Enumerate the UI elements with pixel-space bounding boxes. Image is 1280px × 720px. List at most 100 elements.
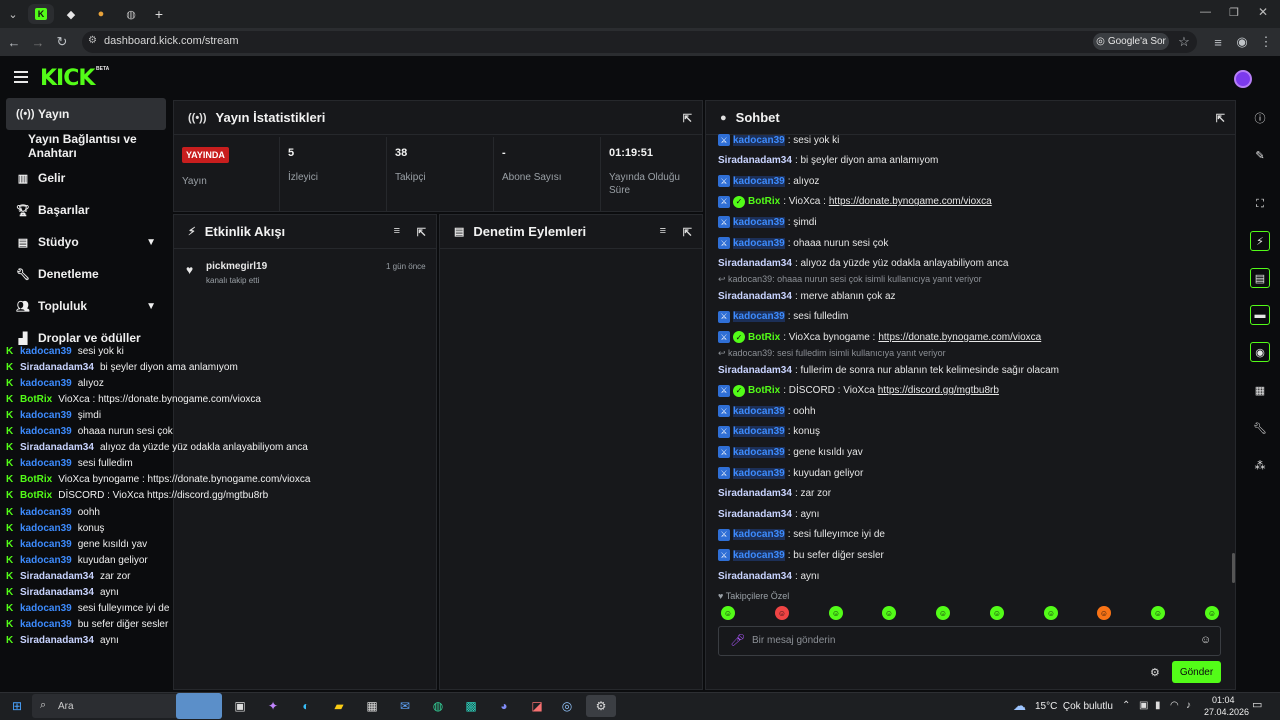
chat-settings-icon[interactable]: ⚙ [1150,666,1160,679]
clock-time[interactable]: 01:04 [1212,695,1235,705]
chat-username[interactable]: kadocan39 [733,311,785,323]
bookmark-star-icon[interactable]: ☆ [1176,34,1192,50]
chat-username[interactable]: kadocan39 [733,237,785,249]
kick-logo[interactable]: KICK [40,66,95,91]
popout-icon[interactable]: ⇱ [683,226,692,239]
site-info-icon[interactable]: ⚙ [88,35,97,46]
share-icon[interactable]: ⁂ [1250,455,1270,475]
address-bar[interactable] [82,31,1197,53]
pencil-icon[interactable]: ✎ [1250,145,1270,165]
chat-username[interactable]: kadocan39 [733,426,785,438]
emote-icon[interactable]: ☺ [990,606,1004,620]
sidebar-item-gelir[interactable]: ▥ Gelir [6,162,166,194]
app-icon[interactable]: ◪ [526,695,548,717]
emote-icon[interactable]: ☺ [1044,606,1058,620]
layout-icon[interactable]: ▦ [1250,380,1270,400]
chat-username[interactable]: BotRix [748,196,780,207]
discord-icon[interactable]: ◕ [493,695,515,717]
hamburger-menu-icon[interactable] [14,71,28,83]
sidebar-item-studyo[interactable]: ▤ Stüdyo ▼ [6,226,166,258]
tray-app-icon[interactable]: ▣ [1139,700,1148,711]
tab-kick[interactable]: K [28,4,54,24]
tab-list-button[interactable]: ⌄ [4,4,22,24]
chat-username[interactable]: kadocan39 [733,134,785,146]
chat-username[interactable]: kadocan39 [733,175,785,187]
weather-text[interactable]: 15°C Çok bulutlu [1035,701,1113,712]
browser-menu-icon[interactable]: ⋮ [1258,34,1274,50]
copilot-icon[interactable]: ✦ [262,695,284,717]
chat-username[interactable]: Siradanadam34 [718,291,792,302]
chat-link[interactable]: https://donate.bynogame.com/vioxca [829,196,992,207]
steam-icon[interactable]: ◎ [556,695,578,717]
reload-icon[interactable]: ↻ [54,34,70,50]
sidebar-item-basarilar[interactable]: 🏆︎ Başarılar [6,194,166,226]
clock-date[interactable]: 27.04.2026 [1204,707,1249,717]
battery-icon[interactable]: ▮ [1155,700,1161,711]
close-window-button[interactable]: ✕ [1258,5,1268,19]
chat-username[interactable]: Siradanadam34 [718,488,792,499]
chat-username[interactable]: Siradanadam34 [718,509,792,520]
filter-icon[interactable]: ≡ [394,225,400,237]
document-icon[interactable]: ▤ [1250,268,1270,288]
chat-username[interactable]: kadocan39 [733,467,785,479]
info-icon[interactable]: ⓘ [1250,108,1270,128]
chat-username[interactable]: Siradanadam34 [718,258,792,269]
popout-icon[interactable]: ⇱ [683,112,692,125]
popout-icon[interactable]: ⇱ [417,226,426,239]
fullscreen-icon[interactable]: ⛶ [1250,194,1270,214]
chat-username[interactable]: Siradanadam34 [718,571,792,582]
send-button[interactable]: Gönder [1172,661,1221,683]
chat-link[interactable]: https://discord.gg/mgtbu8rb [878,385,999,396]
tab-4[interactable]: ◍ [118,4,144,24]
chat-username[interactable]: kadocan39 [733,405,785,417]
emote-icon[interactable]: ☺ [721,606,735,620]
emote-icon[interactable]: ☺ [1097,606,1111,620]
new-tab-button[interactable]: + [146,4,172,24]
profile-icon[interactable]: ◉ [1234,34,1250,50]
minimize-button[interactable]: — [1200,6,1211,18]
reply-context[interactable]: ↩ kadocan39: ohaaa nurun sesi çok isimli… [718,274,982,285]
sidebar-item-topluluk[interactable]: 👥︎ Topluluk ▼ [6,290,166,322]
reply-context[interactable]: ↩ kadocan39: sesi fulledim isimli kullan… [718,348,946,359]
emote-icon[interactable]: ☺ [936,606,950,620]
chat-bubble-icon[interactable]: ▬ [1250,305,1270,325]
lightning-icon[interactable]: ⚡︎ [1250,231,1270,251]
emote-icon[interactable]: ☺ [829,606,843,620]
chat-username[interactable]: Siradanadam34 [718,155,792,166]
store-icon[interactable]: ▦ [361,695,383,717]
emote-icon[interactable]: ☺ [882,606,896,620]
back-icon[interactable]: ← [6,34,22,50]
emote-icon[interactable]: ☺ [1205,606,1219,620]
chat-username[interactable]: kadocan39 [733,549,785,561]
forward-icon[interactable]: → [30,34,46,50]
app-icon[interactable]: ▩ [460,695,482,717]
chrome-icon[interactable]: ◍ [427,695,449,717]
task-view-icon[interactable]: ▣ [229,695,251,717]
chat-username[interactable]: kadocan39 [733,216,785,228]
popout-icon[interactable]: ⇱ [1216,112,1225,125]
sidebar-item-yayin[interactable]: ((•)) Yayın [6,98,166,130]
chat-username[interactable]: BotRix [748,385,780,396]
network-icon[interactable]: ◠ [1170,700,1179,711]
broadcast-icon[interactable]: ◉ [1250,342,1270,362]
notification-icon[interactable]: ▭ [1252,698,1262,711]
emote-icon[interactable]: ☺ [1151,606,1165,620]
ask-google-button[interactable]: ◎ Google'a Sor [1093,33,1169,50]
chat-username[interactable]: Siradanadam34 [718,365,792,376]
reading-list-icon[interactable]: ≡ [1210,34,1226,50]
edge-icon[interactable]: ◐ [295,695,317,717]
mail-icon[interactable]: ✉ [394,695,416,717]
chat-username[interactable]: BotRix [748,332,780,343]
sidebar-item-denetleme[interactable]: 🔧︎ Denetleme [6,258,166,290]
tab-3[interactable]: ● [88,4,114,24]
filter-icon[interactable]: ≡ [660,225,666,237]
sidebar-item-stream-key[interactable]: Yayın Bağlantısı ve Anahtarı [18,130,178,162]
emote-icon[interactable]: ☺ [775,606,789,620]
chat-link[interactable]: https://donate.bynogame.com/vioxca [878,332,1041,343]
settings-icon[interactable]: ⚙ [586,695,616,717]
chat-username[interactable]: kadocan39 [733,529,785,541]
volume-icon[interactable]: ♪ [1186,700,1191,711]
windows-start-icon[interactable]: ⊞ [6,695,28,717]
tray-chevron-icon[interactable]: ⌃ [1122,700,1130,711]
chat-username[interactable]: kadocan39 [733,446,785,458]
